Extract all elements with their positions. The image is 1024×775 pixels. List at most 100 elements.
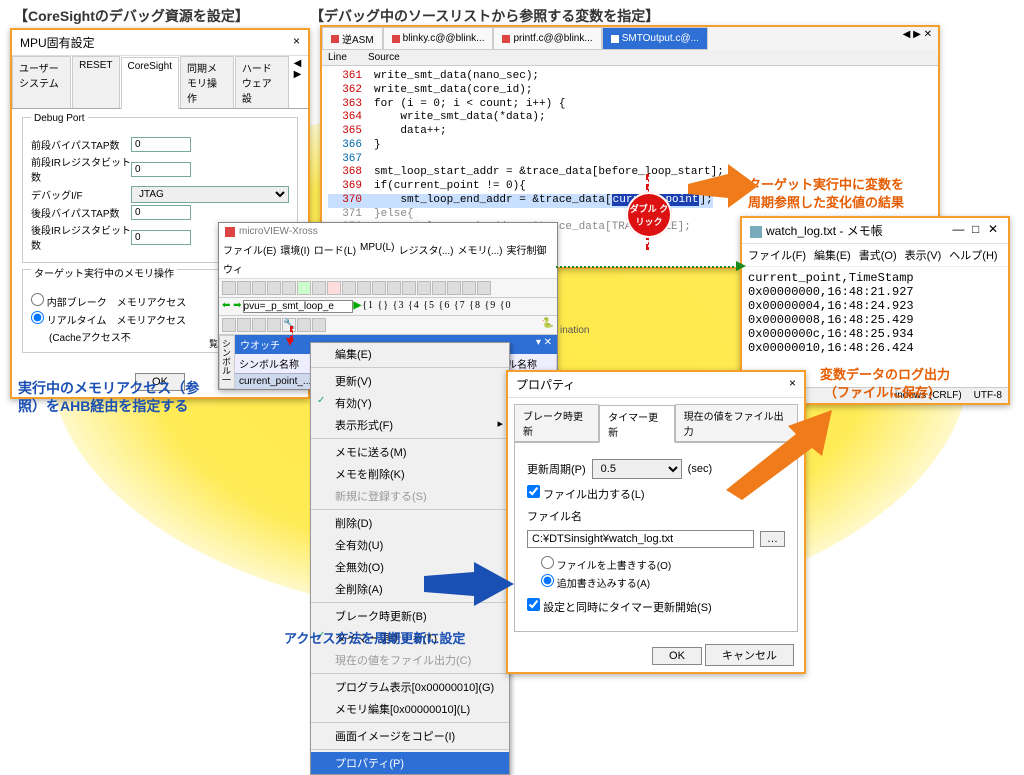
ctx-item[interactable]: 有効(Y) bbox=[311, 392, 509, 414]
browse-button[interactable]: … bbox=[760, 531, 785, 547]
tool-icon[interactable] bbox=[237, 318, 251, 332]
ptab-break[interactable]: ブレーク時更新 bbox=[514, 404, 599, 442]
ptab-timer[interactable]: タイマー更新 bbox=[599, 405, 675, 443]
minimize-icon[interactable]: — bbox=[951, 222, 965, 236]
tool-icon[interactable] bbox=[342, 281, 356, 295]
ctx-item[interactable]: 削除(D) bbox=[311, 512, 509, 534]
prop-cancel-button[interactable]: キャンセル bbox=[705, 644, 794, 666]
np-menubar[interactable]: ファイル(F)編集(E)書式(O)表示(V)ヘルプ(H) bbox=[742, 244, 1008, 267]
col-symbol[interactable]: シンボル名称 bbox=[235, 354, 321, 373]
panel-buttons[interactable]: ▾ ✕ bbox=[536, 337, 552, 352]
dbgif-label: デバッグI/F bbox=[31, 187, 131, 202]
ctx-item[interactable]: 画面イメージをコピー(I) bbox=[311, 725, 509, 747]
post-tap-input[interactable] bbox=[131, 205, 191, 220]
prop-ok-button[interactable]: OK bbox=[652, 647, 702, 665]
tool-icon[interactable] bbox=[252, 318, 266, 332]
ctx-item[interactable]: プロパティ(P) bbox=[311, 752, 509, 774]
tab-reset[interactable]: RESET bbox=[72, 56, 119, 108]
radio-overwrite[interactable]: ファイルを上書きする(O) bbox=[541, 556, 785, 572]
tool-icon[interactable] bbox=[447, 281, 461, 295]
mv-menubar[interactable]: ファイル(E)環境(I)ロード(L)MPU(L)レジスタ(...)メモリ(...… bbox=[219, 240, 557, 279]
tool-icon[interactable] bbox=[252, 281, 266, 295]
tool-icon[interactable] bbox=[222, 318, 236, 332]
tab-hardware[interactable]: ハードウェア設 bbox=[235, 56, 289, 108]
wrench-icon[interactable]: 🔧 bbox=[282, 318, 296, 332]
post-ir-input[interactable] bbox=[131, 230, 191, 245]
anno-coresight-title: 【CoreSightのデバッグ資源を設定】 bbox=[14, 6, 249, 26]
tab-sync-mem[interactable]: 同期メモリ操作 bbox=[180, 56, 234, 108]
ctx-item[interactable]: 全有効(U) bbox=[311, 534, 509, 556]
tool-icon[interactable] bbox=[237, 281, 251, 295]
pre-tap-label: 前段バイパスTAP数 bbox=[31, 137, 131, 152]
file-icon bbox=[611, 35, 619, 43]
symbol-list-tab[interactable]: シンボル一覧 bbox=[219, 335, 235, 389]
mv-title-text: microVIEW-Xross bbox=[239, 226, 318, 237]
watch-panel-title: ウオッチ bbox=[240, 337, 280, 352]
tool-icon[interactable] bbox=[312, 281, 326, 295]
tab-scroll-arrows[interactable]: ◀ ▶ bbox=[290, 56, 308, 108]
ctx-item[interactable]: 更新(V) bbox=[311, 370, 509, 392]
tool-icon[interactable] bbox=[372, 281, 386, 295]
anno-target-run-l2: 周期参照した変化値の結果 bbox=[748, 192, 904, 211]
mpu-title: MPU固有設定 bbox=[20, 34, 95, 51]
tab-coresight[interactable]: CoreSight bbox=[121, 57, 179, 109]
filetab-asm[interactable]: 逆ASM bbox=[322, 27, 383, 50]
tool-icon[interactable] bbox=[297, 281, 311, 295]
mv-address-input[interactable] bbox=[243, 300, 353, 313]
tool-icon[interactable] bbox=[462, 281, 476, 295]
filetab-nav[interactable]: ◀ ▶ ✕ bbox=[897, 27, 938, 50]
tool-icon[interactable] bbox=[222, 281, 236, 295]
close-icon[interactable]: × bbox=[293, 34, 300, 51]
filetab-smtoutput[interactable]: SMTOutput.c@... bbox=[602, 27, 708, 50]
mv-toolbar[interactable] bbox=[219, 279, 557, 298]
tool-icon[interactable] bbox=[477, 281, 491, 295]
filetab-blinky[interactable]: blinky.c@@blink... bbox=[383, 27, 494, 50]
period-select[interactable]: 0.5 bbox=[592, 459, 682, 479]
arrow-icon bbox=[688, 164, 758, 214]
radio-append[interactable]: 追加書き込みする(A) bbox=[541, 574, 785, 590]
ctx-item[interactable]: 編集(E) bbox=[311, 343, 509, 365]
go-icon[interactable]: ▶ bbox=[354, 300, 362, 313]
ctx-item[interactable]: 現在の値をファイル出力(C) bbox=[311, 649, 509, 671]
mv-toolbar2[interactable]: ⬅ ➡ ▶ {1 {} {3 {4 {5 {6 {7 {8 {9 {0 bbox=[219, 298, 557, 316]
close-icon[interactable]: ✕ bbox=[986, 222, 1000, 236]
ctx-item[interactable]: メモに送る(M) bbox=[311, 441, 509, 463]
ctx-item[interactable]: メモリ編集[0x00000010](L) bbox=[311, 698, 509, 720]
close-icon[interactable]: × bbox=[789, 376, 796, 393]
tool-icon[interactable] bbox=[282, 281, 296, 295]
cb-start-timer[interactable]: 設定と同時にタイマー更新開始(S) bbox=[527, 598, 712, 615]
filetab-printf[interactable]: printf.c@@blink... bbox=[493, 27, 601, 50]
ctx-item[interactable]: 新規に登録する(S) bbox=[311, 485, 509, 507]
context-menu: 編集(E) 更新(V)有効(Y)表示形式(F)▸ メモに送る(M)メモを削除(K)新… bbox=[310, 342, 510, 775]
np-title-text: watch_log.txt - メモ帳 bbox=[766, 224, 883, 238]
cb-file-out[interactable]: ファイル出力する(L) bbox=[527, 485, 645, 502]
file-path-input[interactable] bbox=[527, 530, 754, 548]
notepad-icon bbox=[750, 226, 762, 238]
tool-icon[interactable] bbox=[387, 281, 401, 295]
anno-log-out-l1: 変数データのログ出力 bbox=[820, 364, 950, 383]
file-icon bbox=[331, 35, 339, 43]
ctx-item[interactable]: メモを削除(K) bbox=[311, 463, 509, 485]
maximize-icon[interactable]: □ bbox=[969, 222, 983, 236]
dbgif-select[interactable]: JTAG bbox=[131, 186, 289, 203]
pre-ir-label: 前段IRレジスタビット数 bbox=[31, 154, 131, 184]
tool-icon[interactable] bbox=[267, 281, 281, 295]
ctx-item[interactable]: プログラム表示[0x00000010](G) bbox=[311, 676, 509, 698]
tool-icon[interactable] bbox=[357, 281, 371, 295]
mv-toolbar3[interactable]: 🔧 🐍 bbox=[219, 316, 557, 335]
arrow-icon bbox=[726, 410, 836, 500]
tool-icon[interactable] bbox=[417, 281, 431, 295]
tool-icon[interactable] bbox=[327, 281, 341, 295]
tool-icon[interactable] bbox=[267, 318, 281, 332]
anno-target-run-l1: ターゲット実行中に変数を bbox=[748, 174, 904, 193]
tool-icon[interactable] bbox=[432, 281, 446, 295]
pre-ir-input[interactable] bbox=[131, 162, 191, 177]
ctx-item[interactable]: 表示形式(F)▸ bbox=[311, 414, 509, 436]
tool-icon[interactable] bbox=[402, 281, 416, 295]
hdr-source: Source bbox=[368, 52, 400, 63]
prop-title: プロパティ bbox=[516, 376, 575, 393]
tab-user-system[interactable]: ユーザーシステム bbox=[12, 56, 71, 108]
tool-icon[interactable] bbox=[312, 318, 326, 332]
pre-tap-input[interactable] bbox=[131, 137, 191, 152]
tool-icon[interactable] bbox=[297, 318, 311, 332]
